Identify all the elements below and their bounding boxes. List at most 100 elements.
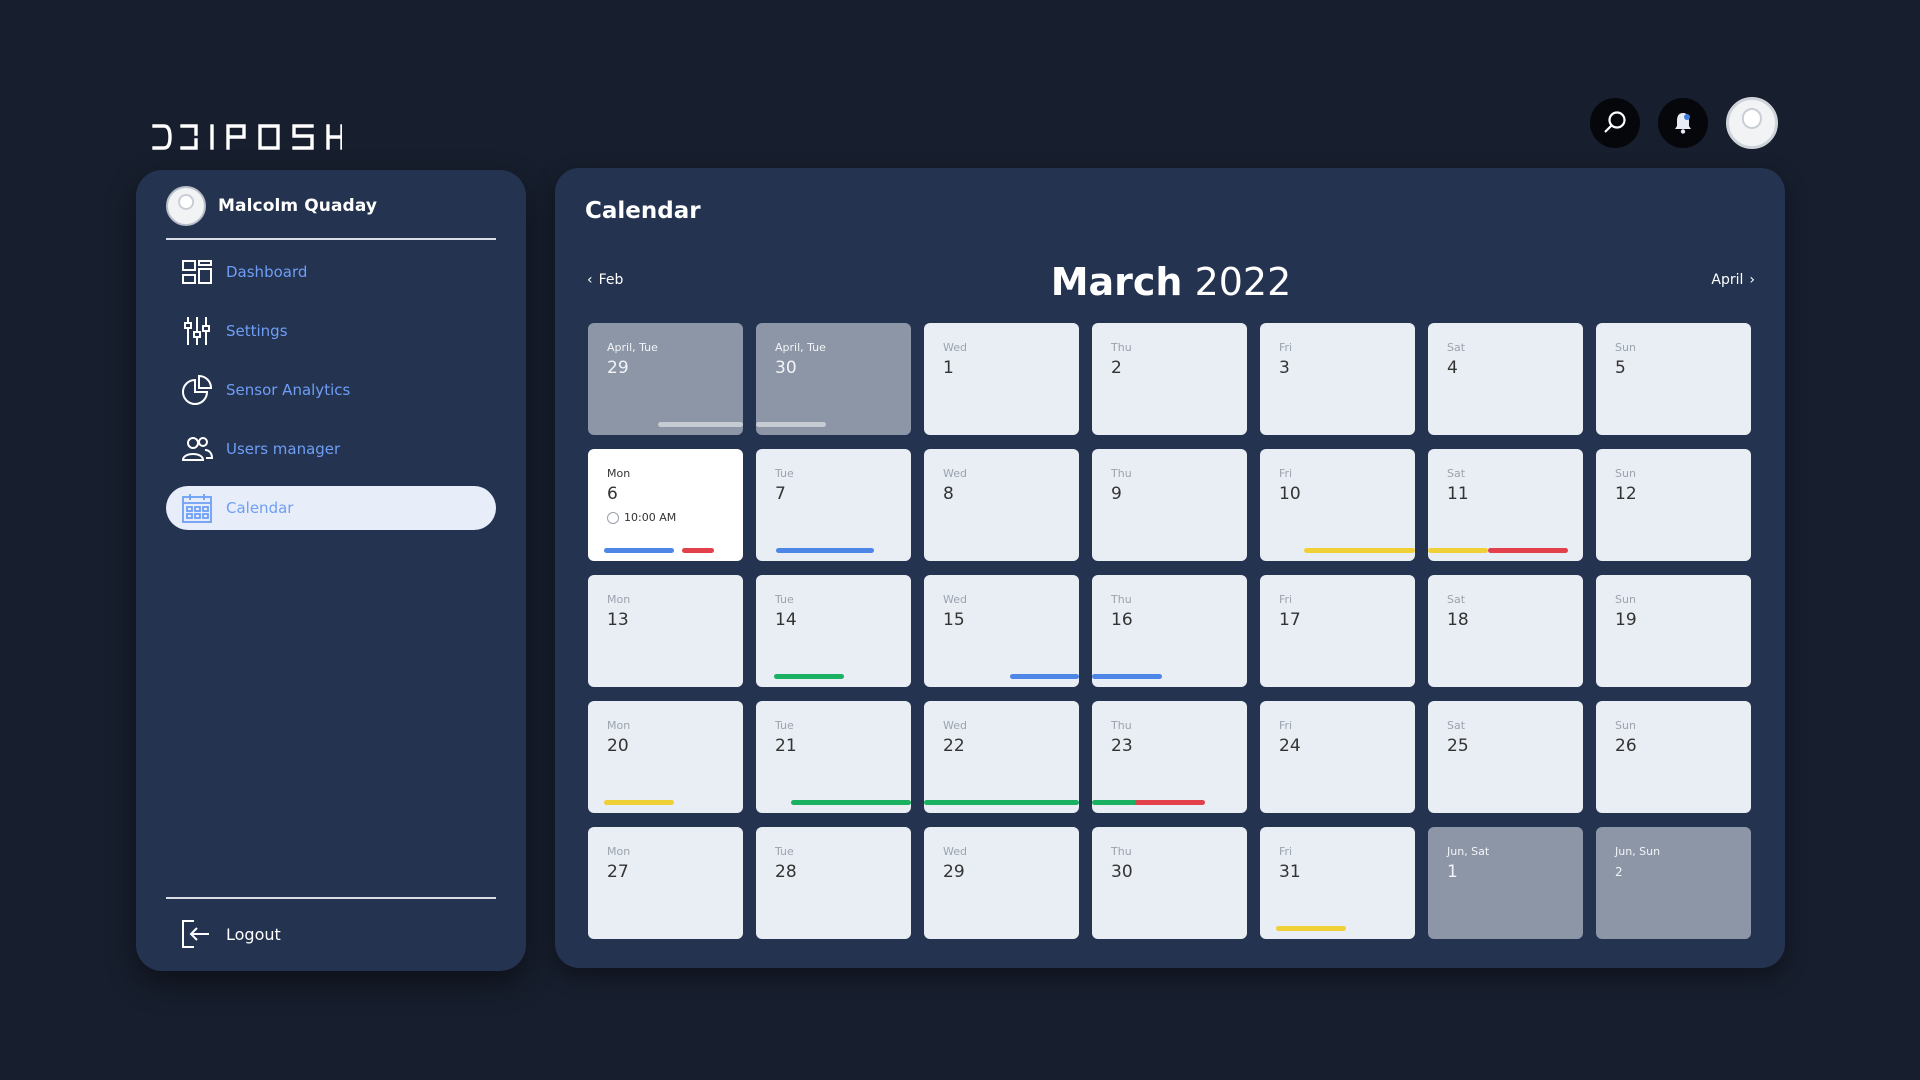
calendar-day[interactable]: Tue 14 bbox=[756, 575, 911, 687]
sidebar-item-label: Sensor Analytics bbox=[226, 381, 351, 399]
day-number: 27 bbox=[607, 862, 629, 882]
calendar-day[interactable]: Jun, Sat 1 bbox=[1428, 827, 1583, 939]
calendar-day[interactable]: Wed 22 bbox=[924, 701, 1079, 813]
day-of-week: Fri bbox=[1279, 845, 1293, 858]
calendar-day[interactable]: Thu 30 bbox=[1092, 827, 1247, 939]
day-number: 24 bbox=[1279, 736, 1301, 756]
event-bar[interactable] bbox=[774, 674, 844, 679]
month-navigation: ‹ Feb March 2022 April › bbox=[587, 260, 1755, 304]
next-month-button[interactable]: April › bbox=[1711, 272, 1755, 288]
sidebar-item-sensor-analytics[interactable]: Sensor Analytics bbox=[166, 368, 496, 412]
day-number: 30 bbox=[1111, 862, 1133, 882]
calendar-day[interactable]: Thu 9 bbox=[1092, 449, 1247, 561]
calendar-day[interactable]: Wed 29 bbox=[924, 827, 1079, 939]
day-number: 15 bbox=[943, 610, 965, 630]
day-number: 20 bbox=[607, 736, 629, 756]
divider bbox=[166, 897, 496, 899]
calendar-day[interactable]: Sun 5 bbox=[1596, 323, 1751, 435]
event-bar[interactable] bbox=[1488, 548, 1568, 553]
event-bar[interactable] bbox=[756, 422, 826, 427]
sidebar-item-users-manager[interactable]: Users manager bbox=[166, 427, 496, 471]
event-bar[interactable] bbox=[604, 800, 674, 805]
calendar-day[interactable]: Fri 31 bbox=[1260, 827, 1415, 939]
calendar-day[interactable]: Wed 1 bbox=[924, 323, 1079, 435]
user-name: Malcolm Quaday bbox=[218, 196, 378, 216]
day-number: 28 bbox=[775, 862, 797, 882]
month-name: March bbox=[1050, 260, 1183, 304]
calendar-day[interactable]: Sun 26 bbox=[1596, 701, 1751, 813]
calendar-day[interactable]: April, Tue 30 bbox=[756, 323, 911, 435]
calendar-day[interactable]: Wed 8 bbox=[924, 449, 1079, 561]
calendar-day[interactable]: Mon 13 bbox=[588, 575, 743, 687]
calendar-day[interactable]: Thu 23 bbox=[1092, 701, 1247, 813]
search-button[interactable] bbox=[1590, 98, 1640, 148]
calendar-day[interactable]: Fri 24 bbox=[1260, 701, 1415, 813]
calendar-day[interactable]: Tue 7 bbox=[756, 449, 911, 561]
users-icon bbox=[180, 432, 214, 466]
day-number: 1 bbox=[1447, 862, 1458, 882]
calendar-day[interactable]: Thu 16 bbox=[1092, 575, 1247, 687]
day-of-week: Sat bbox=[1447, 341, 1466, 354]
event-bar[interactable] bbox=[658, 422, 743, 427]
calendar-day[interactable]: Fri 17 bbox=[1260, 575, 1415, 687]
event-bar[interactable] bbox=[776, 548, 874, 553]
event-bar[interactable] bbox=[924, 800, 1079, 805]
day-number: 31 bbox=[1279, 862, 1301, 882]
calendar-day[interactable]: Sat 11 bbox=[1428, 449, 1583, 561]
event-bar[interactable] bbox=[604, 548, 674, 553]
notification-button[interactable] bbox=[1658, 98, 1708, 148]
sidebar-nav: Dashboard Settings Sensor Analytics User… bbox=[166, 250, 496, 545]
calendar-day[interactable]: Mon 27 bbox=[588, 827, 743, 939]
calendar-day[interactable]: April, Tue 29 bbox=[588, 323, 743, 435]
page-title: Calendar bbox=[585, 198, 701, 224]
day-of-week: Thu bbox=[1111, 719, 1132, 732]
event-bar[interactable] bbox=[1304, 548, 1415, 553]
divider bbox=[166, 238, 496, 240]
calendar-day[interactable]: Sat 4 bbox=[1428, 323, 1583, 435]
day-number: 6 bbox=[607, 484, 618, 504]
event-bar[interactable] bbox=[1135, 800, 1205, 805]
day-of-week: Tue bbox=[775, 845, 794, 858]
day-number: 9 bbox=[1111, 484, 1122, 504]
day-number: 30 bbox=[775, 358, 797, 378]
event-bar[interactable] bbox=[682, 548, 714, 553]
day-of-week: Jun, Sat bbox=[1447, 845, 1490, 858]
sidebar-item-calendar[interactable]: Calendar bbox=[166, 486, 496, 530]
calendar-day[interactable]: Sat 25 bbox=[1428, 701, 1583, 813]
day-number: 2 bbox=[1615, 865, 1623, 879]
calendar-day[interactable]: Tue 28 bbox=[756, 827, 911, 939]
day-of-week: Wed bbox=[943, 719, 967, 732]
calendar-day[interactable]: Sat 18 bbox=[1428, 575, 1583, 687]
event-bar[interactable] bbox=[1276, 926, 1346, 931]
day-of-week: Tue bbox=[775, 467, 794, 480]
user-profile[interactable]: Malcolm Quaday bbox=[166, 186, 377, 226]
event-bar[interactable] bbox=[1092, 674, 1162, 679]
event-bar[interactable] bbox=[1010, 674, 1079, 679]
calendar-day[interactable]: Tue 21 bbox=[756, 701, 911, 813]
logout-button[interactable]: Logout bbox=[180, 918, 281, 950]
day-number: 29 bbox=[607, 358, 629, 378]
profile-avatar[interactable] bbox=[1726, 97, 1778, 149]
sidebar-item-settings[interactable]: Settings bbox=[166, 309, 496, 353]
calendar-day[interactable]: Thu 2 bbox=[1092, 323, 1247, 435]
event-bar[interactable] bbox=[1428, 548, 1488, 553]
calendar-day[interactable]: Mon 6 10:00 AM bbox=[588, 449, 743, 561]
day-of-week: Jun, Sun bbox=[1615, 845, 1661, 858]
day-of-week: Sat bbox=[1447, 467, 1466, 480]
event-time: 10:00 AM bbox=[607, 511, 676, 524]
bell-icon bbox=[1675, 113, 1691, 134]
sidebar-item-label: Dashboard bbox=[226, 263, 308, 281]
calendar-day[interactable]: Fri 10 bbox=[1260, 449, 1415, 561]
calendar-day[interactable]: Fri 3 bbox=[1260, 323, 1415, 435]
calendar-day[interactable]: Mon 20 bbox=[588, 701, 743, 813]
day-number: 21 bbox=[775, 736, 797, 756]
day-of-week: Sun bbox=[1615, 593, 1636, 606]
calendar-day[interactable]: Jun, Sun 2 bbox=[1596, 827, 1751, 939]
sidebar-item-dashboard[interactable]: Dashboard bbox=[166, 250, 496, 294]
day-of-week: Tue bbox=[775, 593, 794, 606]
event-bar[interactable] bbox=[791, 800, 911, 805]
calendar-day[interactable]: Sun 19 bbox=[1596, 575, 1751, 687]
calendar-day[interactable]: Wed 15 bbox=[924, 575, 1079, 687]
day-number: 10 bbox=[1279, 484, 1301, 504]
calendar-day[interactable]: Sun 12 bbox=[1596, 449, 1751, 561]
